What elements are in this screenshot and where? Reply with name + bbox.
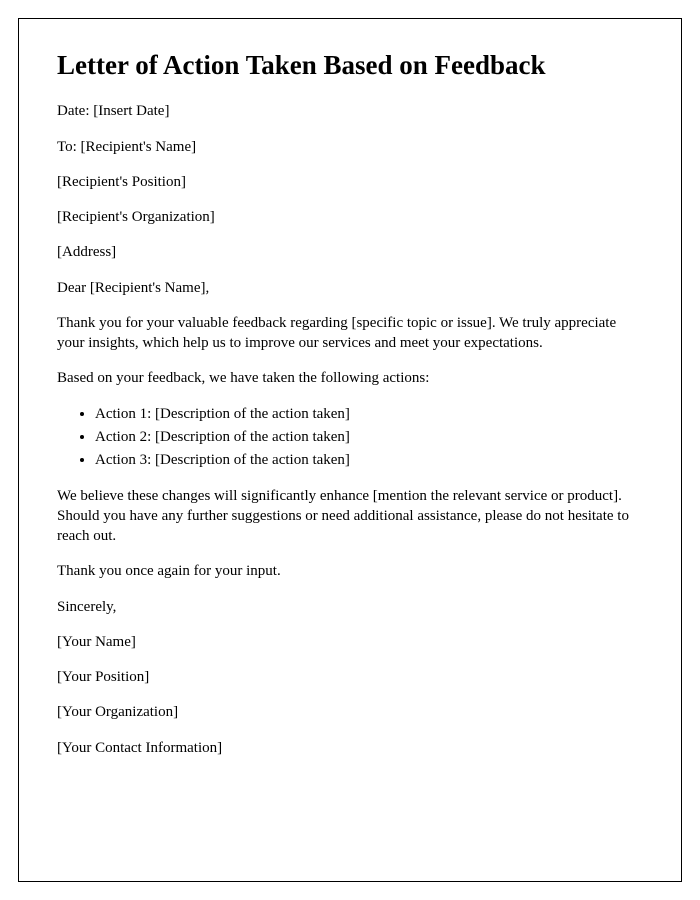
closing-paragraph: We believe these changes will significan… <box>57 486 643 547</box>
to-line: To: [Recipient's Name] <box>57 137 643 157</box>
thanks-line: Thank you once again for your input. <box>57 561 643 581</box>
your-name: [Your Name] <box>57 632 643 652</box>
address-line: [Address] <box>57 242 643 262</box>
actions-list: Action 1: [Description of the action tak… <box>95 404 643 471</box>
document-page: Letter of Action Taken Based on Feedback… <box>18 18 682 882</box>
intro-paragraph: Thank you for your valuable feedback reg… <box>57 313 643 354</box>
action-item: Action 2: [Description of the action tak… <box>95 427 643 448</box>
your-contact: [Your Contact Information] <box>57 738 643 758</box>
date-line: Date: [Insert Date] <box>57 101 643 121</box>
your-organization: [Your Organization] <box>57 702 643 722</box>
action-item: Action 1: [Description of the action tak… <box>95 404 643 425</box>
signoff: Sincerely, <box>57 597 643 617</box>
action-item: Action 3: [Description of the action tak… <box>95 450 643 471</box>
your-position: [Your Position] <box>57 667 643 687</box>
salutation: Dear [Recipient's Name], <box>57 278 643 298</box>
recipient-position: [Recipient's Position] <box>57 172 643 192</box>
recipient-organization: [Recipient's Organization] <box>57 207 643 227</box>
document-title: Letter of Action Taken Based on Feedback <box>57 49 643 81</box>
actions-intro: Based on your feedback, we have taken th… <box>57 368 643 388</box>
